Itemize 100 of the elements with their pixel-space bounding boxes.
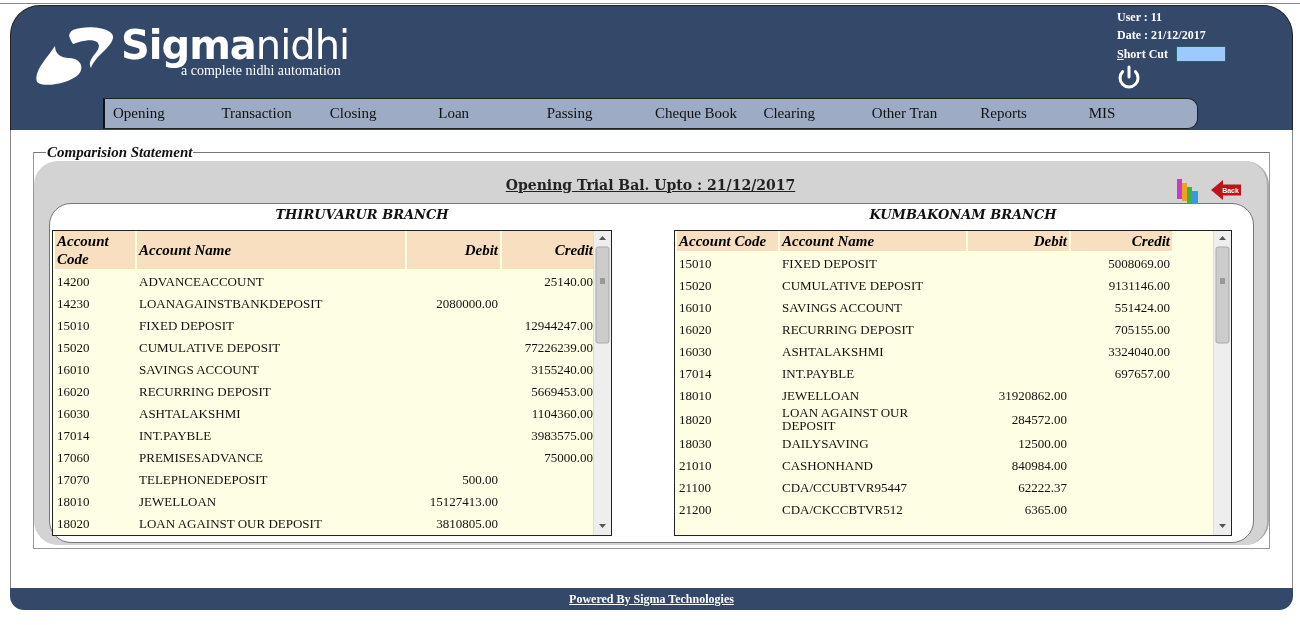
table-cell-text: 16010 xyxy=(56,360,91,379)
table-cell-text: 9131146.00 xyxy=(1107,276,1171,295)
footer-link[interactable]: Powered By Sigma Technologies xyxy=(569,591,734,607)
table-cell-text: 15127413.00 xyxy=(428,492,499,511)
scrollbar[interactable] xyxy=(593,231,611,535)
table-cell-text: 77226239.00 xyxy=(523,338,593,357)
table-cell-text: 16020 xyxy=(678,320,713,339)
table-cell-text: CASHONHAND xyxy=(781,456,874,475)
table-cell-text: SAVINGS ACCOUNT xyxy=(138,360,261,379)
table-cell-text: 551424.00 xyxy=(1113,298,1171,317)
table-cell-text: PREMISESADVANCE xyxy=(138,448,264,467)
table-cell-text: 3155240.00 xyxy=(530,360,593,379)
scrollbar[interactable] xyxy=(1213,231,1231,535)
table-cell-text: INT.PAYBLE xyxy=(781,364,856,383)
table-cell-text: INT.PAYBLE xyxy=(138,426,213,445)
power-icon[interactable] xyxy=(1117,65,1141,89)
branch-title: KUMBAKONAM BRANCH xyxy=(868,206,1058,224)
table-cell-text: 16030 xyxy=(678,342,713,361)
table-cell-text: 18030 xyxy=(678,434,713,453)
column-header: Account Name xyxy=(780,231,966,252)
table-cell-text: ADVANCEACCOUNT xyxy=(138,272,265,291)
table-cell-text: RECURRING DEPOSIT xyxy=(138,382,272,401)
column-header: Account Name xyxy=(137,231,405,270)
table-cell-text: 705155.00 xyxy=(1113,320,1171,339)
column-header: Credit xyxy=(1071,231,1172,252)
table-cell-text: 21100 xyxy=(678,478,713,497)
table-cell-text: 62222.37 xyxy=(1017,478,1068,497)
table-cell-text: 1104360.00 xyxy=(530,404,593,423)
table-cell-text: 18010 xyxy=(56,492,91,511)
table-cell-text: 3810805.00 xyxy=(435,514,499,533)
table-cell-text: SAVINGS ACCOUNT xyxy=(781,298,904,317)
table-cell-text: JEWELLOAN xyxy=(781,386,861,405)
table-cell-text: 284572.00 xyxy=(1010,410,1068,429)
menu-item[interactable]: MIS xyxy=(1088,99,1198,128)
table-cell-text: 18020 xyxy=(678,410,713,429)
table-cell-text: 3324040.00 xyxy=(1107,342,1171,361)
table-cell-text: 18010 xyxy=(678,386,713,405)
table-cell-text: FIXED DEPOSIT xyxy=(138,316,235,335)
table-cell-text: 17014 xyxy=(56,426,91,445)
table-cell-text: 5669453.00 xyxy=(530,382,593,401)
table-cell-text: LOANAGAINSTBANKDEPOSIT xyxy=(138,294,324,313)
menu-item[interactable]: Closing xyxy=(329,99,439,128)
table-cell-text: 21200 xyxy=(678,500,713,519)
panel-legend: Comparision Statement xyxy=(46,144,194,161)
menu-item[interactable]: Clearing xyxy=(763,99,872,128)
table-cell-text: 5008069.00 xyxy=(1107,254,1171,273)
table-cell-text: FIXED DEPOSIT xyxy=(781,254,878,273)
table-cell-text: 15020 xyxy=(56,338,91,357)
table-cell-text: 17070 xyxy=(56,470,91,489)
table-cell-text: TELEPHONEDEPOSIT xyxy=(138,470,269,489)
column-header: Account Code xyxy=(55,231,135,270)
table-cell-text: 17014 xyxy=(678,364,713,383)
table-cell-text: 500.00 xyxy=(461,470,499,489)
table-cell-text: DAILYSAVING xyxy=(781,434,870,453)
table-cell-text: 21010 xyxy=(678,456,713,475)
table-cell-text: 16030 xyxy=(56,404,91,423)
table-cell-text: 25140.00 xyxy=(543,272,593,291)
table-cell-text: 75000.00 xyxy=(543,448,593,467)
table-cell-text: 14230 xyxy=(56,294,91,313)
table-cell-text: CUMULATIVE DEPOSIT xyxy=(781,276,925,295)
menu-item[interactable]: Transaction xyxy=(221,99,330,128)
table-cell-text: 840984.00 xyxy=(1010,456,1068,475)
table-cell-text: 15010 xyxy=(56,316,91,335)
table-cell-text: 18020 xyxy=(56,514,91,533)
date-label: Date : 21/12/2017 xyxy=(1117,28,1207,43)
column-header: Debit xyxy=(407,231,500,270)
table-cell-text: 12500.00 xyxy=(1017,434,1068,453)
table-cell-text: 16010 xyxy=(678,298,713,317)
table-cell-text: ASHTALAKSHMI xyxy=(138,404,242,423)
table-cell-text: CDA/CCUBTVR95447 xyxy=(781,478,908,497)
table-cell-text: 2080000.00 xyxy=(435,294,499,313)
branch-title: THIRUVARUR BRANCH xyxy=(274,206,450,224)
table-cell-text: 12944247.00 xyxy=(523,316,593,335)
menu-item[interactable]: Reports xyxy=(980,99,1089,128)
table-cell-text: 6365.00 xyxy=(1023,500,1068,519)
table-cell-text: JEWELLOAN xyxy=(138,492,218,511)
table-cell-text: 14200 xyxy=(56,272,91,291)
menu-item[interactable]: Opening xyxy=(113,99,222,128)
menu-item[interactable]: Passing xyxy=(546,99,656,128)
menu-item[interactable]: Loan xyxy=(438,99,547,128)
table-cell-text: 17060 xyxy=(56,448,91,467)
report-title: Opening Trial Bal. Upto : 21/12/2017 xyxy=(505,176,796,193)
column-header: Debit xyxy=(968,231,1069,252)
table-cell-text: CUMULATIVE DEPOSIT xyxy=(138,338,282,357)
shortcut-label: Short Cut xyxy=(1117,46,1169,62)
column-header: Credit xyxy=(502,231,593,270)
table-cell-text: 16020 xyxy=(56,382,91,401)
table-cell-text: 31920862.00 xyxy=(997,386,1068,405)
menu-item[interactable]: Other Tran xyxy=(871,99,981,128)
table-cell-text: ASHTALAKSHMI xyxy=(781,342,885,361)
table-cell-text: LOAN AGAINST OUR DEPOSIT xyxy=(138,514,323,533)
table-cell-text: CDA/CKCCBTVR512 xyxy=(781,500,904,519)
shortcut-input[interactable] xyxy=(1176,46,1227,62)
table-cell-text: 697657.00 xyxy=(1113,364,1171,383)
menu-item[interactable]: Cheque Book xyxy=(655,99,764,128)
table-cell-text: 3983575.00 xyxy=(530,426,593,445)
table-cell-text: 15020 xyxy=(678,276,713,295)
table-cell-text: 15010 xyxy=(678,254,713,273)
user-label: User : 11 xyxy=(1117,10,1164,25)
table-cell-text: RECURRING DEPOSIT xyxy=(781,320,915,339)
